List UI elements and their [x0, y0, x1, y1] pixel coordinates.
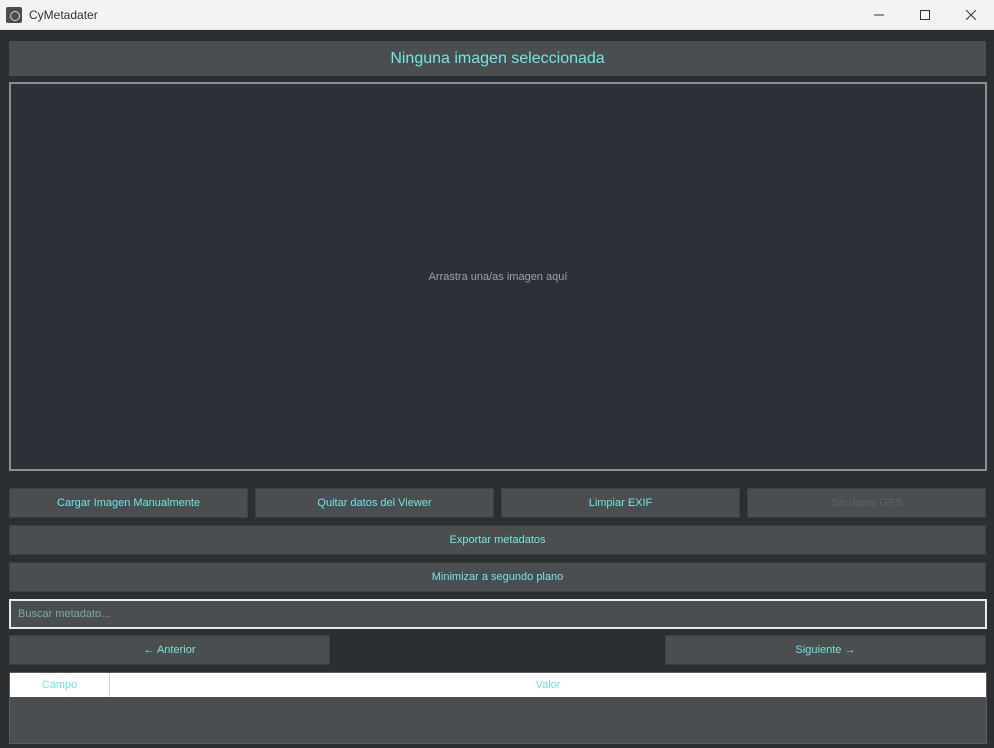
window-controls	[856, 0, 994, 30]
maximize-window-button[interactable]	[902, 0, 948, 30]
next-button[interactable]: Siguiente →	[665, 635, 986, 665]
minimize-background-button[interactable]: Minimizar a segundo plano	[9, 562, 986, 592]
minimize-window-button[interactable]	[856, 0, 902, 30]
image-drop-area[interactable]: Arrastra una/as imagen aquí	[9, 82, 987, 471]
app-icon	[6, 6, 22, 23]
clean-exif-button[interactable]: Limpiar EXIF	[501, 488, 740, 518]
clear-viewer-button[interactable]: Quitar datos del Viewer	[255, 488, 494, 518]
maximize-icon	[920, 10, 930, 20]
close-icon	[966, 10, 976, 20]
minimize-icon	[874, 14, 884, 16]
window-title: CyMetadater	[29, 7, 98, 22]
table-header: Campo Valor	[10, 673, 986, 697]
export-metadata-button[interactable]: Exportar metadatos	[9, 525, 986, 555]
gps-data-button[interactable]: Sin datos GPS	[747, 488, 986, 518]
drop-hint: Arrastra una/as imagen aquí	[428, 270, 568, 283]
close-window-button[interactable]	[948, 0, 994, 30]
column-header-campo[interactable]: Campo	[10, 673, 110, 697]
search-metadata-input[interactable]	[9, 599, 987, 629]
load-image-button[interactable]: Cargar Imagen Manualmente	[9, 488, 248, 518]
metadata-table[interactable]: Campo Valor	[9, 672, 987, 744]
column-header-valor[interactable]: Valor	[110, 673, 986, 697]
previous-button[interactable]: ← Anterior	[9, 635, 330, 665]
image-status-header: Ninguna imagen seleccionada	[9, 41, 986, 76]
title-bar: CyMetadater	[0, 0, 994, 30]
